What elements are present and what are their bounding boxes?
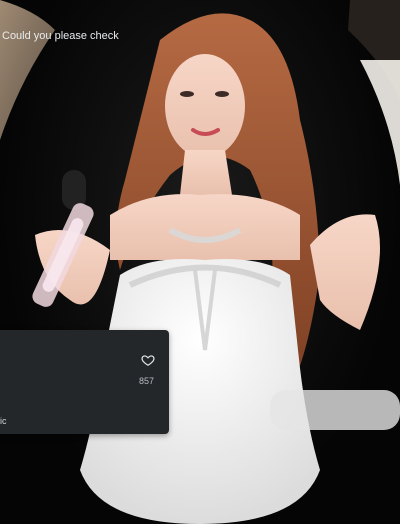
face: [165, 54, 245, 158]
right-arm: [310, 214, 380, 330]
comment-meta: ic: [0, 416, 7, 426]
stage-arches: [0, 0, 400, 524]
comment-text: Could you please check: [2, 30, 119, 42]
shoulders: [110, 194, 300, 260]
like-count: 857: [139, 376, 155, 386]
left-eye: [180, 91, 194, 97]
left-arch: [0, 0, 55, 140]
photo-scene: Could you please check 857 ic: [0, 0, 400, 524]
stage-prop: [270, 390, 400, 430]
neck: [180, 150, 232, 195]
right-arch-light: [360, 60, 400, 185]
right-eye: [215, 91, 229, 97]
heart-outline-icon[interactable]: [140, 353, 156, 367]
